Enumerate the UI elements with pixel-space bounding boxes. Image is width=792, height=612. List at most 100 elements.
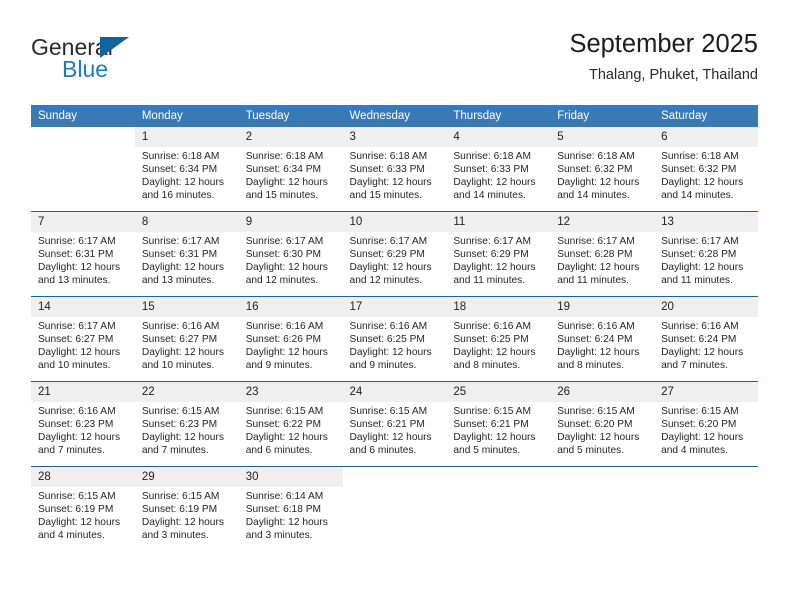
brand-triangle-icon	[100, 37, 129, 58]
daylight-text: Daylight: 12 hours and 13 minutes.	[38, 262, 121, 287]
calendar-week-row: 1 Sunrise: 6:18 AM Sunset: 6:34 PM Dayli…	[31, 127, 758, 212]
calendar-day-cell[interactable]: 19 Sunrise: 6:16 AM Sunset: 6:24 PM Dayl…	[550, 296, 655, 382]
sunrise-text: Sunrise: 6:18 AM	[453, 151, 531, 162]
daylight-text: Daylight: 12 hours and 3 minutes.	[141, 517, 224, 542]
sunset-text: Sunset: 6:34 PM	[245, 164, 322, 176]
sunset-text: Sunset: 6:19 PM	[141, 504, 218, 516]
sunrise-text: Sunrise: 6:15 AM	[141, 491, 220, 502]
calendar-day-cell[interactable]: 11 Sunrise: 6:17 AM Sunset: 6:29 PM Dayl…	[446, 211, 551, 297]
sunset-text: Sunset: 6:22 PM	[245, 419, 322, 431]
sunset-text: Sunset: 6:21 PM	[349, 419, 425, 431]
calendar-day-cell[interactable]: 24 Sunrise: 6:15 AM Sunset: 6:21 PM Dayl…	[342, 381, 447, 467]
day-number: 6	[654, 127, 758, 147]
day-number: 26	[550, 382, 655, 402]
calendar-day-cell[interactable]: 28 Sunrise: 6:15 AM Sunset: 6:19 PM Dayl…	[31, 466, 135, 551]
weekday-header-sunday: Sunday	[31, 105, 135, 127]
sunset-text: Sunset: 6:25 PM	[349, 334, 425, 346]
calendar-day-cell[interactable]: 13 Sunrise: 6:17 AM Sunset: 6:28 PM Dayl…	[654, 211, 758, 297]
day-number	[550, 467, 655, 487]
sunset-text: Sunset: 6:27 PM	[38, 334, 114, 346]
calendar-day-cell[interactable]: 15 Sunrise: 6:16 AM Sunset: 6:27 PM Dayl…	[134, 296, 239, 382]
sunset-text: Sunset: 6:23 PM	[38, 419, 114, 431]
daylight-text: Daylight: 12 hours and 9 minutes.	[245, 347, 328, 372]
calendar-day-cell[interactable]: 23 Sunrise: 6:15 AM Sunset: 6:22 PM Dayl…	[238, 381, 343, 467]
sunset-text: Sunset: 6:24 PM	[661, 334, 737, 346]
sunrise-text: Sunrise: 6:17 AM	[661, 236, 739, 247]
day-details: Sunrise: 6:18 AM Sunset: 6:32 PM Dayligh…	[654, 147, 758, 202]
calendar-day-cell[interactable]: 3 Sunrise: 6:18 AM Sunset: 6:33 PM Dayli…	[342, 127, 447, 212]
calendar-day-cell[interactable]: 5 Sunrise: 6:18 AM Sunset: 6:32 PM Dayli…	[550, 127, 655, 212]
sunrise-text: Sunrise: 6:14 AM	[245, 491, 324, 502]
sunrise-text: Sunrise: 6:18 AM	[557, 151, 635, 162]
calendar-day-cell[interactable]: 4 Sunrise: 6:18 AM Sunset: 6:33 PM Dayli…	[446, 127, 551, 212]
day-details: Sunrise: 6:16 AM Sunset: 6:23 PM Dayligh…	[31, 402, 135, 457]
day-details	[446, 487, 550, 490]
day-number: 18	[446, 297, 551, 317]
calendar-week-row: 28 Sunrise: 6:15 AM Sunset: 6:19 PM Dayl…	[31, 466, 758, 551]
daylight-text: Daylight: 12 hours and 11 minutes.	[557, 262, 640, 287]
calendar-day-cell[interactable]: 7 Sunrise: 6:17 AM Sunset: 6:31 PM Dayli…	[31, 211, 135, 297]
sunset-text: Sunset: 6:20 PM	[557, 419, 633, 431]
weekday-header-saturday: Saturday	[654, 105, 758, 127]
calendar-day-cell[interactable]: 2 Sunrise: 6:18 AM Sunset: 6:34 PM Dayli…	[238, 127, 343, 212]
calendar-day-cell[interactable]: 29 Sunrise: 6:15 AM Sunset: 6:19 PM Dayl…	[134, 466, 239, 551]
day-details: Sunrise: 6:17 AM Sunset: 6:30 PM Dayligh…	[239, 232, 343, 287]
calendar-week-row: 14 Sunrise: 6:17 AM Sunset: 6:27 PM Dayl…	[31, 296, 758, 382]
calendar-day-cell[interactable]: 9 Sunrise: 6:17 AM Sunset: 6:30 PM Dayli…	[238, 211, 343, 297]
daylight-text: Daylight: 12 hours and 11 minutes.	[661, 262, 744, 287]
day-number: 30	[238, 467, 343, 487]
sunrise-text: Sunrise: 6:15 AM	[557, 406, 635, 417]
sunrise-text: Sunrise: 6:18 AM	[141, 151, 220, 162]
calendar-day-cell[interactable]: 22 Sunrise: 6:15 AM Sunset: 6:23 PM Dayl…	[134, 381, 239, 467]
daylight-text: Daylight: 12 hours and 4 minutes.	[661, 432, 744, 457]
day-details: Sunrise: 6:15 AM Sunset: 6:19 PM Dayligh…	[31, 487, 135, 542]
day-number: 16	[238, 297, 343, 317]
calendar-day-cell[interactable]: 26 Sunrise: 6:15 AM Sunset: 6:20 PM Dayl…	[550, 381, 655, 467]
calendar-day-cell[interactable]: 14 Sunrise: 6:17 AM Sunset: 6:27 PM Dayl…	[31, 296, 135, 382]
day-number: 8	[134, 212, 239, 232]
sunrise-text: Sunrise: 6:16 AM	[661, 321, 739, 332]
calendar-day-cell[interactable]: 18 Sunrise: 6:16 AM Sunset: 6:25 PM Dayl…	[446, 296, 551, 382]
calendar-day-cell[interactable]: 16 Sunrise: 6:16 AM Sunset: 6:26 PM Dayl…	[238, 296, 343, 382]
day-number: 5	[550, 127, 655, 147]
calendar-day-cell[interactable]: 6 Sunrise: 6:18 AM Sunset: 6:32 PM Dayli…	[654, 127, 758, 212]
calendar-page: General Blue September 2025 Thalang, Phu…	[0, 0, 792, 612]
day-number: 21	[31, 382, 135, 402]
calendar-day-cell[interactable]: 10 Sunrise: 6:17 AM Sunset: 6:29 PM Dayl…	[342, 211, 447, 297]
calendar-week-row: 7 Sunrise: 6:17 AM Sunset: 6:31 PM Dayli…	[31, 211, 758, 297]
generalblue-logo[interactable]: General Blue	[31, 34, 251, 94]
calendar-day-cell	[342, 466, 447, 551]
sunset-text: Sunset: 6:28 PM	[661, 249, 737, 261]
calendar-day-cell[interactable]: 12 Sunrise: 6:17 AM Sunset: 6:28 PM Dayl…	[550, 211, 655, 297]
sunset-text: Sunset: 6:34 PM	[141, 164, 218, 176]
calendar-day-cell[interactable]: 17 Sunrise: 6:16 AM Sunset: 6:25 PM Dayl…	[342, 296, 447, 382]
day-details: Sunrise: 6:15 AM Sunset: 6:23 PM Dayligh…	[135, 402, 239, 457]
calendar-day-cell[interactable]: 20 Sunrise: 6:16 AM Sunset: 6:24 PM Dayl…	[654, 296, 758, 382]
sunset-text: Sunset: 6:28 PM	[557, 249, 633, 261]
calendar-body: 1 Sunrise: 6:18 AM Sunset: 6:34 PM Dayli…	[31, 127, 758, 551]
day-number: 11	[446, 212, 551, 232]
daylight-text: Daylight: 12 hours and 12 minutes.	[245, 262, 328, 287]
calendar-day-cell[interactable]: 21 Sunrise: 6:16 AM Sunset: 6:23 PM Dayl…	[31, 381, 135, 467]
sunrise-text: Sunrise: 6:15 AM	[141, 406, 220, 417]
sunset-text: Sunset: 6:21 PM	[453, 419, 529, 431]
daylight-text: Daylight: 12 hours and 5 minutes.	[557, 432, 640, 457]
daylight-text: Daylight: 12 hours and 11 minutes.	[453, 262, 536, 287]
day-details	[654, 487, 758, 490]
sunrise-text: Sunrise: 6:18 AM	[349, 151, 428, 162]
day-details: Sunrise: 6:17 AM Sunset: 6:28 PM Dayligh…	[654, 232, 758, 287]
calendar-day-cell[interactable]: 1 Sunrise: 6:18 AM Sunset: 6:34 PM Dayli…	[134, 127, 239, 212]
calendar-day-cell[interactable]: 30 Sunrise: 6:14 AM Sunset: 6:18 PM Dayl…	[238, 466, 343, 551]
sunrise-text: Sunrise: 6:16 AM	[38, 406, 116, 417]
day-details: Sunrise: 6:15 AM Sunset: 6:21 PM Dayligh…	[446, 402, 550, 457]
calendar-day-cell[interactable]: 27 Sunrise: 6:15 AM Sunset: 6:20 PM Dayl…	[654, 381, 758, 467]
sunset-text: Sunset: 6:26 PM	[245, 334, 322, 346]
weekday-header-monday: Monday	[134, 105, 239, 127]
day-details	[550, 487, 654, 490]
calendar-day-cell[interactable]: 8 Sunrise: 6:17 AM Sunset: 6:31 PM Dayli…	[134, 211, 239, 297]
sunrise-text: Sunrise: 6:18 AM	[661, 151, 739, 162]
sunrise-text: Sunrise: 6:16 AM	[453, 321, 531, 332]
day-number: 20	[654, 297, 758, 317]
calendar-day-cell[interactable]: 25 Sunrise: 6:15 AM Sunset: 6:21 PM Dayl…	[446, 381, 551, 467]
day-number: 3	[342, 127, 447, 147]
